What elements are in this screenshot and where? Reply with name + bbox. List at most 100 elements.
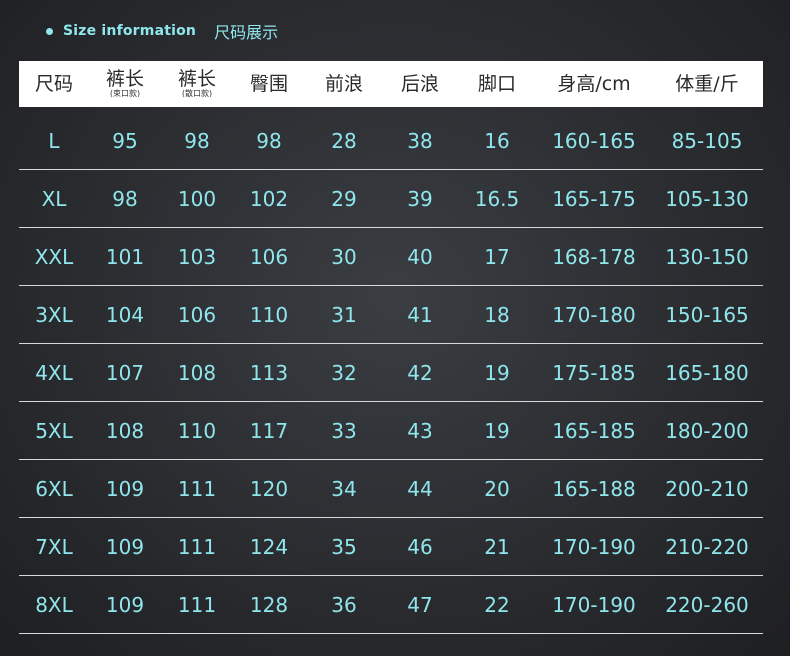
- column-header-note: (束口款): [109, 89, 141, 98]
- table-cell: 111: [177, 534, 217, 559]
- table-header: 尺码 裤长 (束口款) 裤长 (散口款) 臀围 前浪 后浪 脚口 身高/cm 体重/斤: [19, 61, 763, 107]
- table-cell: 175-185: [552, 360, 636, 385]
- table-cell: 117: [249, 418, 289, 443]
- table-cell: 108: [177, 360, 217, 385]
- table-row: XL 98 100 102 29 39 16.5 165-175 105-130: [19, 170, 763, 228]
- table-row: 7XL 109 111 124 35 46 21 170-190 210-220: [19, 518, 763, 576]
- table-row: 3XL 104 106 110 31 41 18 170-180 150-165: [19, 286, 763, 344]
- table-cell: 165-185: [552, 418, 636, 443]
- table-cell: 44: [407, 476, 433, 501]
- size-label-cell: 4XL: [35, 360, 73, 385]
- size-label-cell: 3XL: [35, 302, 73, 327]
- table-cell: 35: [331, 534, 357, 559]
- table-cell: 210-220: [665, 534, 749, 559]
- table-cell: 17: [484, 244, 510, 269]
- table-cell: 19: [484, 418, 510, 443]
- table-cell: 106: [249, 244, 289, 269]
- column-header-label: 裤长: [105, 68, 144, 90]
- bullet-dot-icon: [46, 27, 53, 35]
- table-cell: 18: [484, 302, 510, 327]
- table-cell: 110: [177, 418, 217, 443]
- table-cell: 34: [331, 476, 357, 501]
- table-row: 8XL 109 111 128 36 47 22 170-190 220-260: [19, 576, 763, 634]
- table-cell: 128: [249, 592, 289, 617]
- table-cell: 46: [407, 534, 433, 559]
- table-cell: 98: [184, 128, 210, 153]
- table-cell: 98: [256, 128, 282, 153]
- table-cell: 32: [331, 360, 357, 385]
- table-cell: 150-165: [665, 302, 749, 327]
- table-cell: 102: [249, 186, 289, 211]
- column-header-label: 尺码: [34, 73, 73, 95]
- size-label-cell: XL: [41, 186, 67, 211]
- table-cell: 33: [331, 418, 357, 443]
- table-cell: 19: [484, 360, 510, 385]
- column-header: 后浪: [383, 74, 457, 94]
- table-cell: 85-105: [671, 128, 743, 153]
- table-cell: 107: [105, 360, 145, 385]
- table-cell: 170-190: [552, 592, 636, 617]
- table-cell: 43: [407, 418, 433, 443]
- table-row: 6XL 109 111 120 34 44 20 165-188 200-210: [19, 460, 763, 518]
- table-cell: 160-165: [552, 128, 636, 153]
- table-cell: 42: [407, 360, 433, 385]
- column-header-label: 裤长: [177, 68, 216, 90]
- column-header: 前浪: [305, 74, 383, 94]
- table-cell: 165-188: [552, 476, 636, 501]
- size-label-cell: 5XL: [35, 418, 73, 443]
- table-cell: 109: [105, 476, 145, 501]
- column-header: 身高/cm: [537, 74, 651, 94]
- table-cell: 21: [484, 534, 510, 559]
- table-row: XXL 101 103 106 30 40 17 168-178 130-150: [19, 228, 763, 286]
- table-cell: 106: [177, 302, 217, 327]
- column-header: 裤长 (束口款): [89, 69, 161, 99]
- table-cell: 16.5: [474, 186, 520, 211]
- table-row: 5XL 108 110 117 33 43 19 165-185 180-200: [19, 402, 763, 460]
- column-header: 裤长 (散口款): [161, 69, 233, 99]
- table-cell: 200-210: [665, 476, 749, 501]
- column-header: 脚口: [457, 74, 537, 94]
- column-header-label: 臀围: [249, 73, 288, 95]
- table-cell: 111: [177, 592, 217, 617]
- table-cell: 36: [331, 592, 357, 617]
- column-header: 臀围: [233, 74, 305, 94]
- table-cell: 180-200: [665, 418, 749, 443]
- table-cell: 38: [407, 128, 433, 153]
- table-cell: 109: [105, 592, 145, 617]
- table-cell: 120: [249, 476, 289, 501]
- title-chinese: 尺码展示: [214, 23, 279, 42]
- table-cell: 22: [484, 592, 510, 617]
- table-row: L 95 98 98 28 38 16 160-165 85-105: [19, 112, 763, 170]
- table-cell: 168-178: [552, 244, 636, 269]
- table-cell: 29: [331, 186, 357, 211]
- size-label-cell: 7XL: [35, 534, 73, 559]
- column-header-label: 体重/斤: [675, 73, 739, 95]
- column-header: 尺码: [19, 74, 89, 94]
- table-cell: 30: [331, 244, 357, 269]
- column-header-note: (散口款): [181, 89, 213, 98]
- table-cell: 170-190: [552, 534, 636, 559]
- table-cell: 113: [249, 360, 289, 385]
- size-label-cell: XXL: [34, 244, 74, 269]
- table-cell: 31: [331, 302, 357, 327]
- table-cell: 109: [105, 534, 145, 559]
- size-table-body: L 95 98 98 28 38 16 160-165 85-105 XL 98 100 102 29 39…: [19, 112, 763, 634]
- table-cell: 110: [249, 302, 289, 327]
- column-header: 体重/斤: [651, 74, 763, 94]
- table-cell: 124: [249, 534, 289, 559]
- table-cell: 104: [105, 302, 145, 327]
- column-header-label: 前浪: [324, 73, 363, 95]
- table-cell: 41: [407, 302, 433, 327]
- column-header-label: 身高/cm: [557, 73, 631, 95]
- table-cell: 170-180: [552, 302, 636, 327]
- table-cell: 28: [331, 128, 357, 153]
- table-cell: 105-130: [665, 186, 749, 211]
- table-cell: 98: [112, 186, 138, 211]
- table-cell: 165-180: [665, 360, 749, 385]
- table-cell: 16: [484, 128, 510, 153]
- table-cell: 40: [407, 244, 433, 269]
- table-cell: 47: [407, 592, 433, 617]
- section-title: Size information 尺码展示: [46, 18, 278, 44]
- column-header-label: 脚口: [477, 73, 516, 95]
- table-row: 4XL 107 108 113 32 42 19 175-185 165-180: [19, 344, 763, 402]
